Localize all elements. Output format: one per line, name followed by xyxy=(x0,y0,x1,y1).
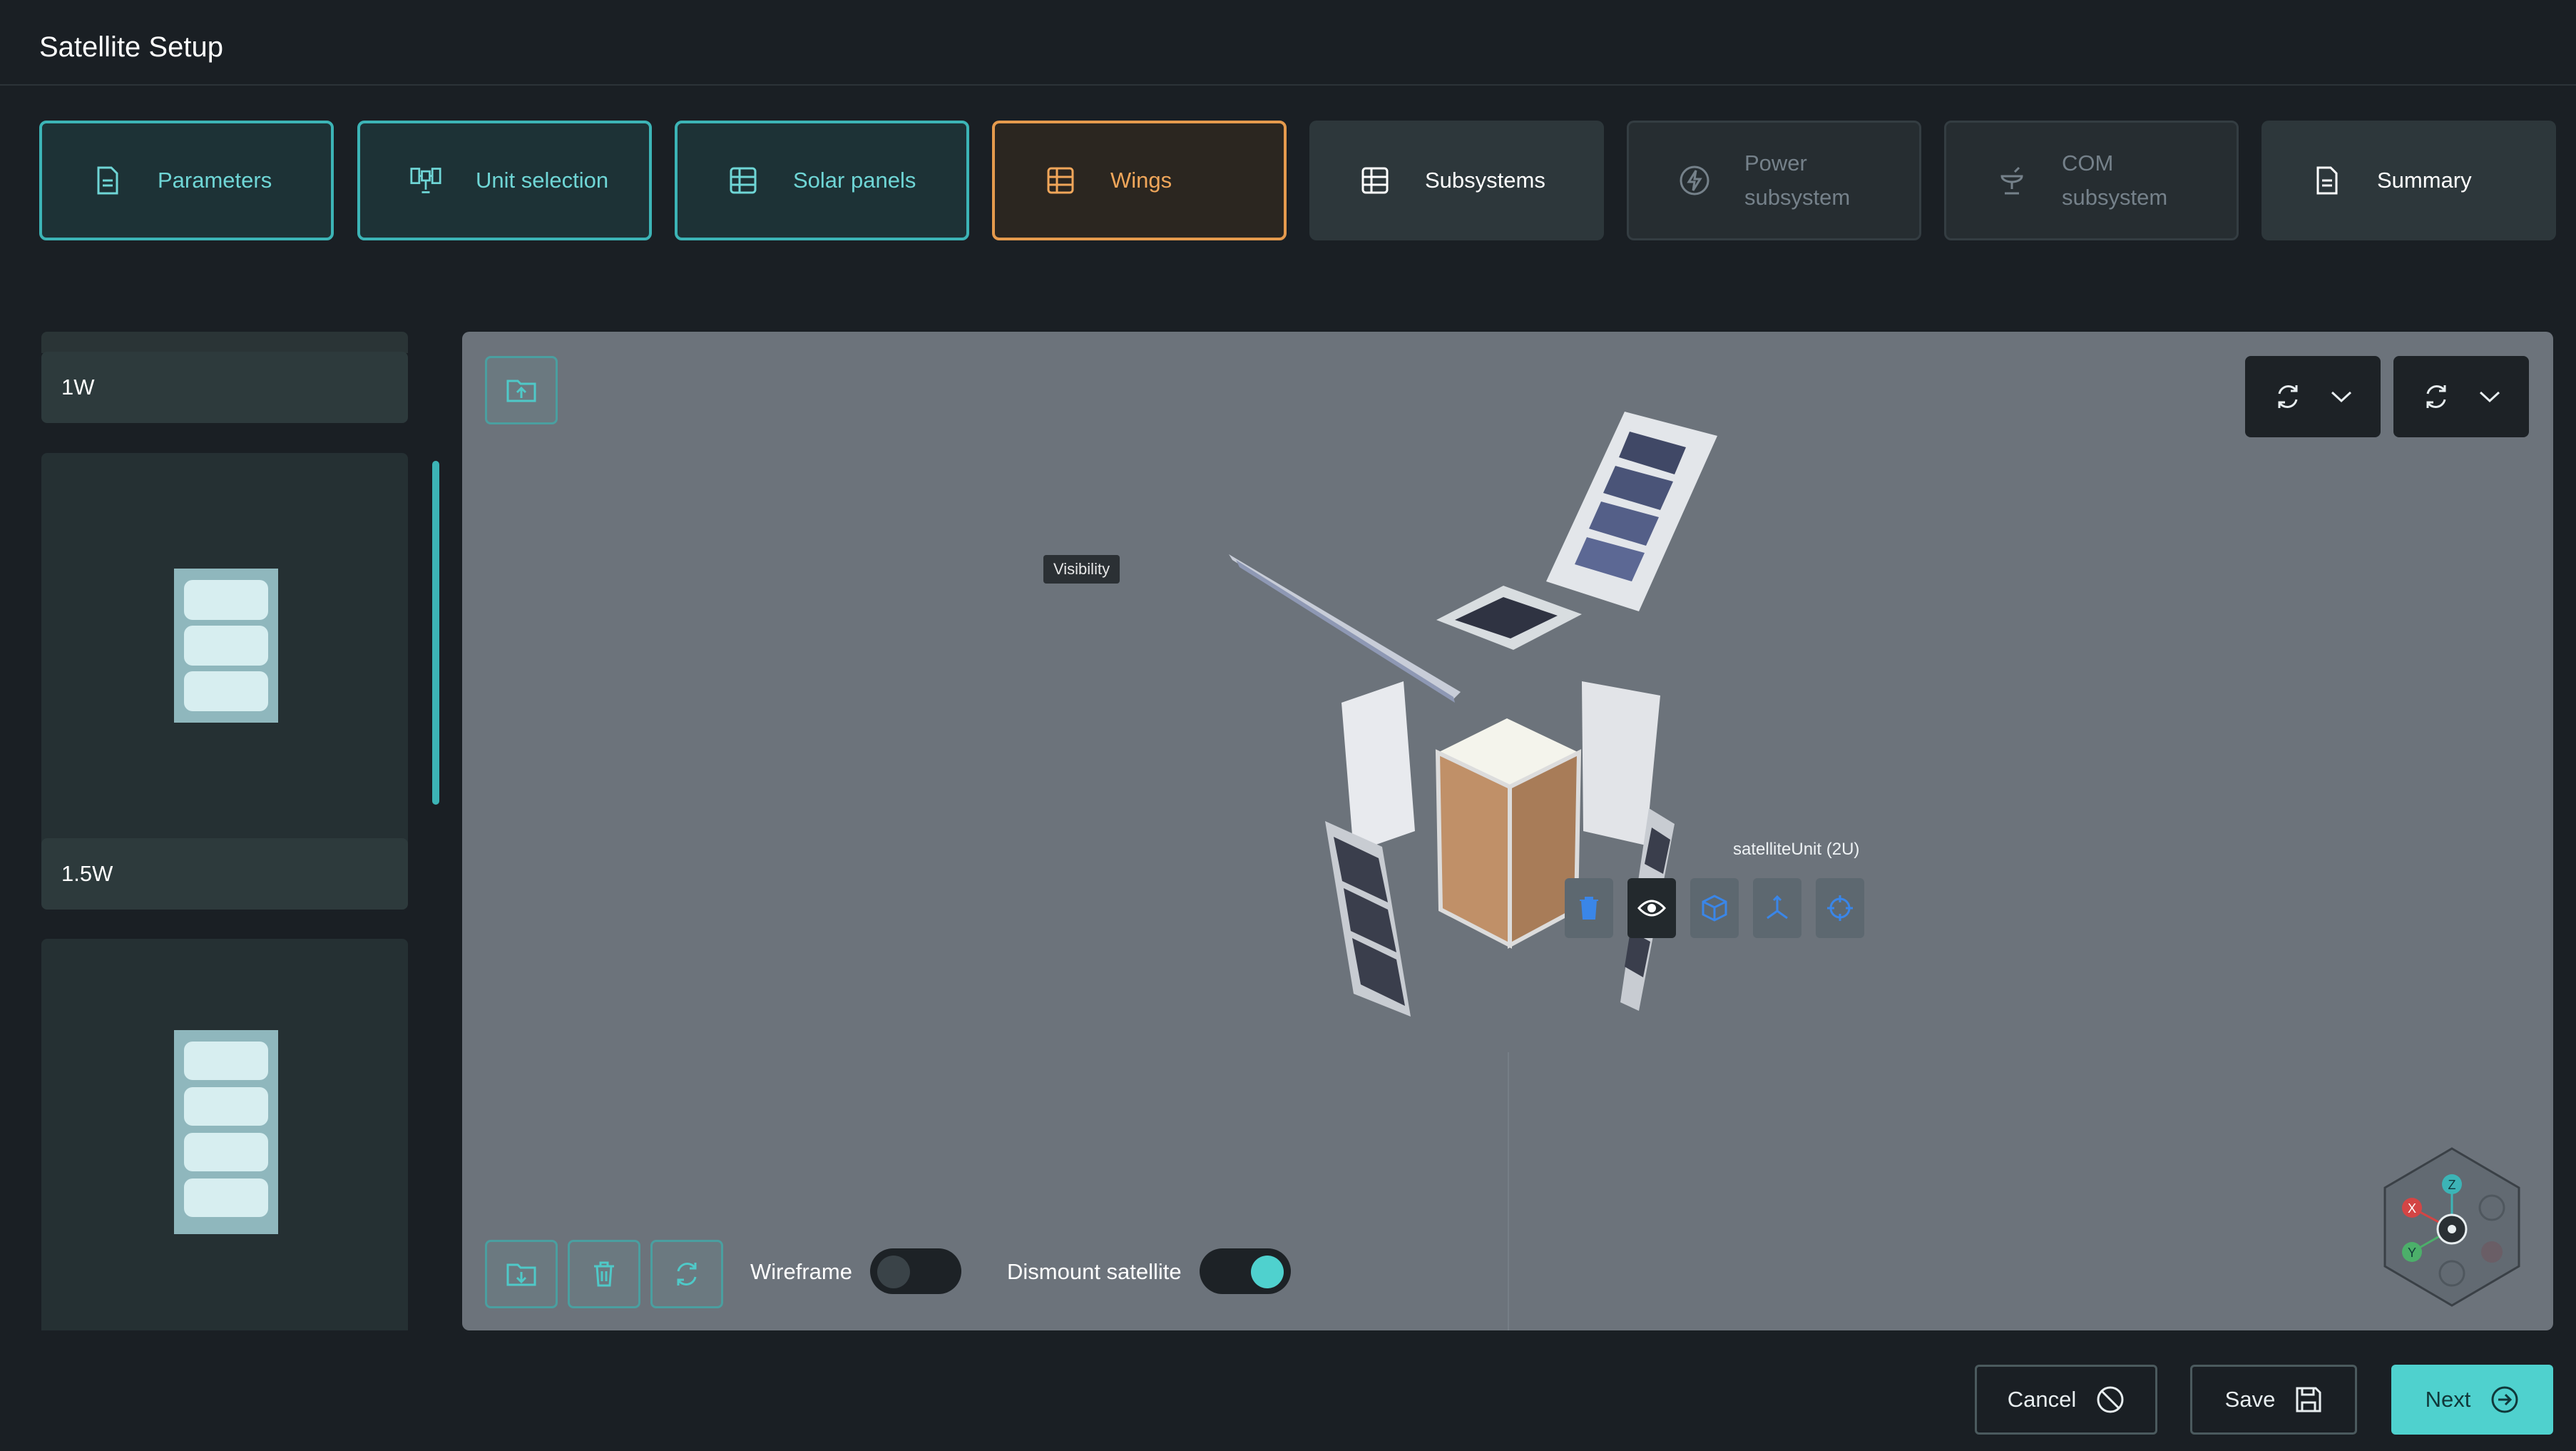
orientation-gizmo[interactable]: Z X Y xyxy=(2383,1147,2520,1307)
cube-icon xyxy=(1702,895,1727,922)
save-label: Save xyxy=(2224,1387,2276,1412)
next-button[interactable]: Next xyxy=(2391,1365,2553,1435)
satellite-3d-model[interactable]: Z X Y xyxy=(462,332,2553,1330)
step-label-line2: subsystem xyxy=(2062,185,2168,210)
step-label-line1: COM xyxy=(2062,151,2114,175)
focus-button[interactable] xyxy=(1816,878,1864,938)
antenna-icon xyxy=(1996,165,2028,196)
step-label: Summary xyxy=(2377,168,2472,193)
toggle-knob xyxy=(877,1256,910,1288)
step-label: Wings xyxy=(1110,168,1172,193)
step-label: Subsystems xyxy=(1425,168,1545,193)
stepper: Parameters Unit selection Solar panels W… xyxy=(39,121,2556,240)
3d-viewport[interactable]: Z X Y Visibility satelliteUnit (2U) Wire… xyxy=(462,332,2553,1330)
wing-option-1-5w-label[interactable]: 1.5W xyxy=(41,838,408,910)
step-com-subsystem[interactable]: COM subsystem xyxy=(1944,121,2239,240)
selected-unit-label: satelliteUnit (2U) xyxy=(1733,840,1860,859)
gizmo-axis-y: Y xyxy=(2408,1246,2416,1260)
cancel-button[interactable]: Cancel xyxy=(1975,1365,2157,1435)
visibility-tooltip: Visibility xyxy=(1043,555,1120,584)
wing-options-list: 1W 1.5W xyxy=(41,332,408,1330)
cube-view-button[interactable] xyxy=(1690,878,1739,938)
crosshair-icon xyxy=(1827,895,1853,921)
wireframe-toggle[interactable] xyxy=(870,1248,961,1294)
step-unit-selection[interactable]: Unit selection xyxy=(357,121,652,240)
wing-option-1w-label[interactable]: 1W xyxy=(41,352,408,423)
reset-button[interactable] xyxy=(650,1240,723,1308)
gizmo-axis-x: X xyxy=(2408,1201,2416,1216)
visibility-button[interactable] xyxy=(1627,878,1676,938)
download-folder-icon xyxy=(506,1263,536,1286)
delete-unit-button[interactable] xyxy=(1565,878,1613,938)
header: Satellite Setup xyxy=(0,0,2576,86)
side-panel-left[interactable] xyxy=(1341,681,1415,852)
save-icon xyxy=(2296,1387,2321,1412)
wing-panel-top-left[interactable] xyxy=(1229,554,1461,699)
gizmo-axis-z: Z xyxy=(2448,1178,2456,1192)
sidebar-scrollbar[interactable] xyxy=(432,461,439,805)
satellite-unit-left-face[interactable] xyxy=(1435,749,1512,949)
table-icon xyxy=(1045,165,1076,196)
step-power-subsystem[interactable]: Power subsystem xyxy=(1627,121,1921,240)
step-label-line2: subsystem xyxy=(1744,185,1851,210)
document-icon xyxy=(2311,165,2343,196)
transform-button[interactable] xyxy=(1753,878,1801,938)
save-button[interactable]: Save xyxy=(2190,1365,2357,1435)
download-button[interactable] xyxy=(485,1240,558,1308)
step-label: Parameters xyxy=(158,168,272,193)
step-label: Unit selection xyxy=(476,168,609,193)
cancel-icon xyxy=(2097,1386,2124,1413)
step-wings[interactable]: Wings xyxy=(992,121,1287,240)
trash-icon xyxy=(1580,897,1598,920)
bolt-icon xyxy=(1679,165,1710,196)
step-subsystems[interactable]: Subsystems xyxy=(1309,121,1604,240)
step-label: Power subsystem xyxy=(1744,146,1850,215)
page-title: Satellite Setup xyxy=(39,31,223,63)
step-solar-panels[interactable]: Solar panels xyxy=(675,121,969,240)
list-item-top xyxy=(41,332,408,353)
solar-wing-thumbnail xyxy=(174,569,278,723)
dismount-satellite-toggle[interactable] xyxy=(1200,1248,1291,1294)
step-label-line1: Power xyxy=(1744,151,1807,175)
step-label: COM subsystem xyxy=(2062,146,2167,215)
dismount-satellite-label: Dismount satellite xyxy=(1007,1259,1182,1284)
solar-wing-thumbnail xyxy=(174,1030,278,1234)
step-summary[interactable]: Summary xyxy=(2261,121,2556,240)
satellite-icon xyxy=(410,165,441,196)
rotate-icon xyxy=(677,1263,697,1285)
wing-option-3[interactable] xyxy=(41,939,408,1330)
cancel-label: Cancel xyxy=(2007,1387,2077,1412)
table-icon xyxy=(1359,165,1391,196)
axes-icon xyxy=(1767,895,1788,920)
eye-icon xyxy=(1637,900,1666,917)
document-icon xyxy=(92,165,123,196)
arrow-right-circle-icon xyxy=(2491,1386,2518,1413)
wing-panel-top-left-edge xyxy=(1236,560,1455,703)
wireframe-label: Wireframe xyxy=(750,1259,852,1284)
step-parameters[interactable]: Parameters xyxy=(39,121,334,240)
step-label: Solar panels xyxy=(793,168,916,193)
delete-button[interactable] xyxy=(568,1240,640,1308)
toggle-knob xyxy=(1251,1256,1284,1288)
trash-icon xyxy=(594,1261,614,1287)
unit-toolbox xyxy=(1565,878,1864,938)
table-icon xyxy=(727,165,759,196)
next-label: Next xyxy=(2425,1387,2471,1412)
